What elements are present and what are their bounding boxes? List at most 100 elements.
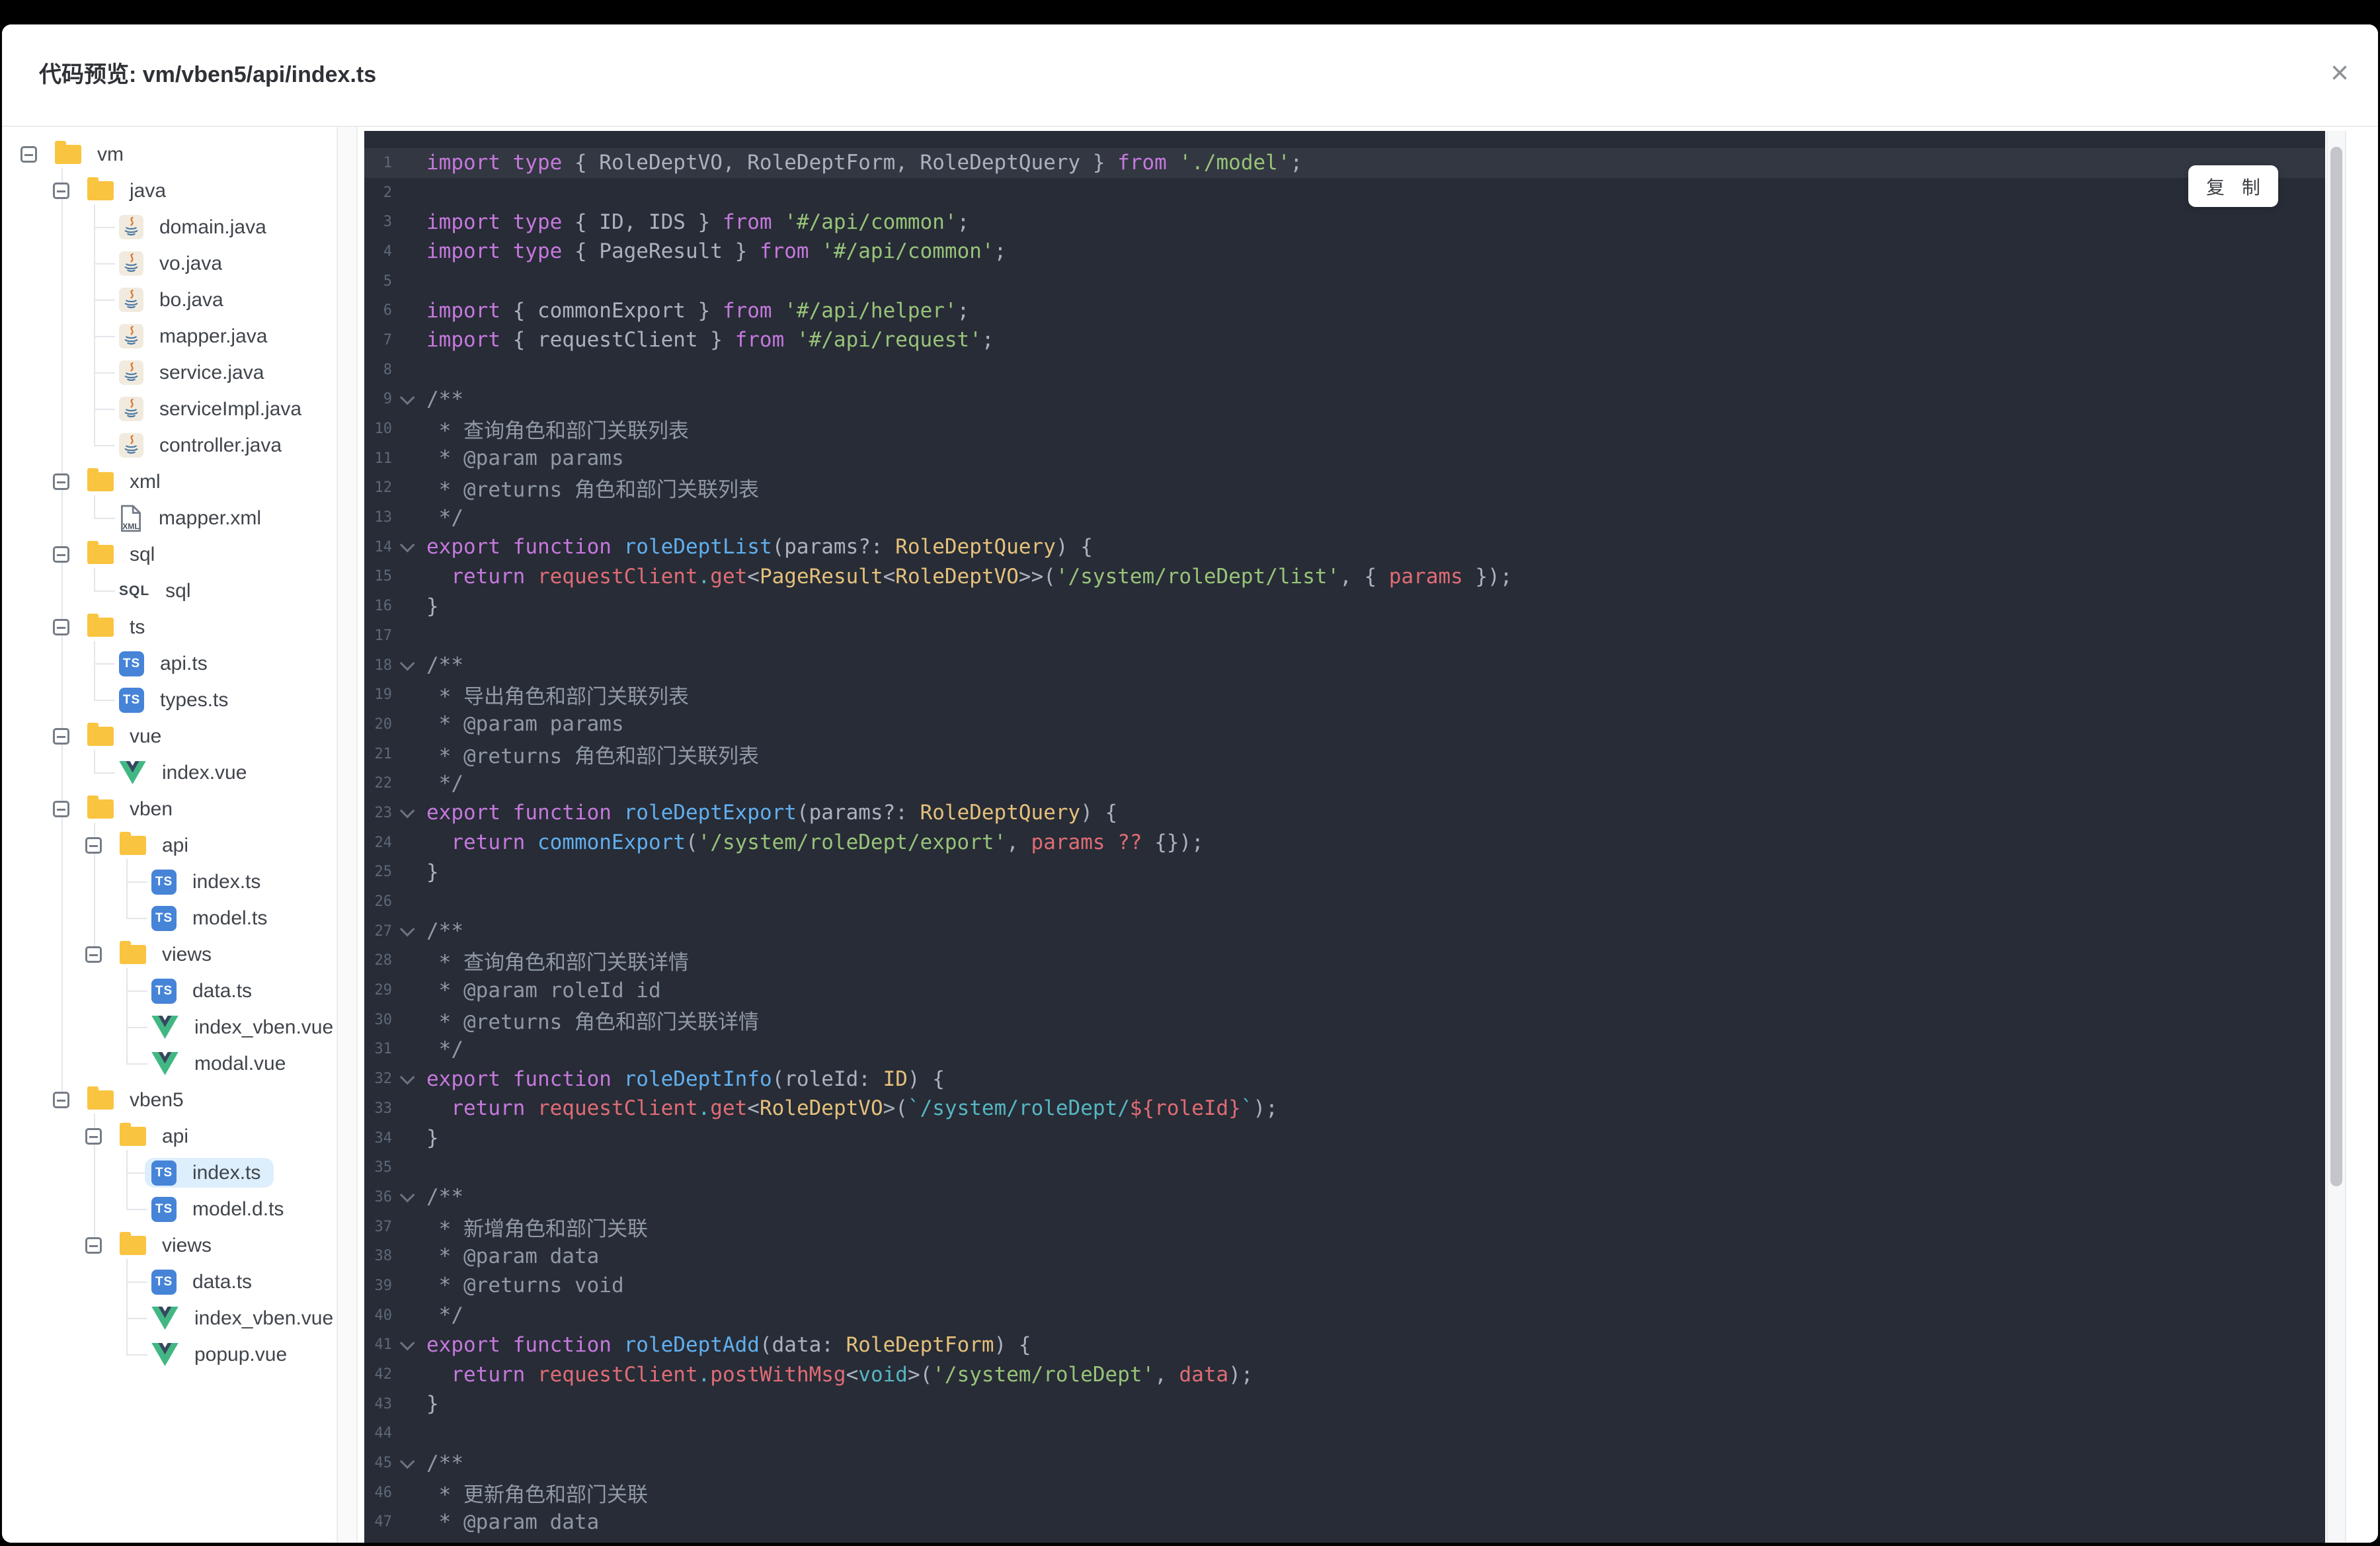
collapse-expander-icon[interactable]	[85, 1128, 102, 1145]
tree-item-xml[interactable]: xml	[2, 464, 337, 500]
code-line: 8	[364, 355, 2325, 385]
tree-item-index_vben.vue[interactable]: index_vben.vue	[2, 1300, 337, 1336]
fold-chevron-slot[interactable]	[392, 538, 426, 553]
line-number: 11	[374, 450, 393, 467]
tree-item-vben5[interactable]: vben5	[2, 1082, 337, 1118]
tree-item-vm[interactable]: vm	[2, 136, 337, 173]
code-line: 44	[364, 1419, 2325, 1449]
fold-chevron-slot[interactable]	[392, 803, 426, 819]
tree-item-index.ts[interactable]: TS index.ts	[2, 1155, 337, 1191]
tree-item-domain.java[interactable]: domain.java	[2, 209, 337, 245]
tree-item-ts[interactable]: ts	[2, 609, 337, 645]
tree-item-model.d.ts[interactable]: TS model.d.ts	[2, 1191, 337, 1227]
line-number: 3	[383, 214, 392, 231]
tree-item-serviceImpl.java[interactable]: serviceImpl.java	[2, 391, 337, 427]
code-scrollbar-track[interactable]	[2326, 131, 2346, 1543]
typescript-file-icon: TS	[151, 1196, 177, 1222]
tree-item-mapper.xml[interactable]: XML mapper.xml	[2, 500, 337, 536]
collapse-expander-icon[interactable]	[53, 183, 69, 199]
tree-item-popup.vue[interactable]: popup.vue	[2, 1336, 337, 1373]
tree-item-sql[interactable]: SQL sql	[2, 573, 337, 609]
svg-text:XML: XML	[122, 521, 139, 530]
fold-chevron-slot[interactable]	[392, 1453, 426, 1469]
line-number: 33	[374, 1100, 393, 1117]
tree-item-mapper.java[interactable]: mapper.java	[2, 318, 337, 354]
collapse-expander-icon[interactable]	[53, 546, 69, 563]
tree-item-service.java[interactable]: service.java	[2, 354, 337, 391]
tree-item-model.ts[interactable]: TS model.ts	[2, 900, 337, 936]
collapse-expander-icon[interactable]	[20, 146, 37, 163]
line-number: 18	[374, 657, 393, 674]
line-number: 31	[374, 1041, 393, 1058]
code-scrollbar-thumb[interactable]	[2330, 147, 2342, 1186]
line-number: 10	[374, 421, 393, 438]
fold-chevron-slot[interactable]	[392, 389, 426, 405]
tree-item-index.vue[interactable]: index.vue	[2, 754, 337, 791]
fold-chevron-slot[interactable]	[392, 1069, 426, 1085]
folder-icon	[87, 468, 114, 491]
tree-item-index.ts[interactable]: TS index.ts	[2, 864, 337, 900]
code-line: 31 */	[364, 1035, 2325, 1065]
line-number: 7	[383, 331, 392, 348]
collapse-expander-icon[interactable]	[53, 1092, 69, 1108]
tree-item-controller.java[interactable]: controller.java	[2, 427, 337, 464]
close-icon[interactable]: ×	[2321, 24, 2358, 126]
fold-chevron-icon	[399, 538, 415, 553]
tree-item-vo.java[interactable]: vo.java	[2, 245, 337, 282]
tree-item-views[interactable]: views	[2, 936, 337, 973]
collapse-expander-icon[interactable]	[53, 473, 69, 490]
tree-item-api[interactable]: api	[2, 827, 337, 864]
tree-item-index_vben.vue[interactable]: index_vben.vue	[2, 1009, 337, 1045]
tree-item-vue[interactable]: vue	[2, 718, 337, 754]
fold-chevron-icon	[399, 1188, 415, 1203]
collapse-expander-icon[interactable]	[85, 1237, 102, 1254]
typescript-file-icon: TS	[151, 978, 177, 1004]
tree-leaf: domain.java	[112, 212, 280, 242]
java-file-icon	[119, 433, 143, 458]
fold-chevron-icon	[399, 1069, 415, 1085]
fold-chevron-slot[interactable]	[392, 922, 426, 937]
line-number: 40	[374, 1307, 393, 1324]
copy-button[interactable]: 复 制	[2188, 165, 2278, 207]
tree-item-sql[interactable]: sql	[2, 536, 337, 573]
xml-file-icon: XML	[119, 505, 143, 532]
file-tree-panel: vm java domain.java vo.java bo.java mapper.ja…	[2, 127, 337, 1543]
code-line: 45/**	[364, 1448, 2325, 1478]
tree-item-data.ts[interactable]: TS data.ts	[2, 1264, 337, 1300]
code-line: 6 import { commonExport } from '#/api/hel…	[364, 296, 2325, 325]
fold-chevron-slot[interactable]	[392, 655, 426, 671]
collapse-expander-icon[interactable]	[53, 619, 69, 635]
tree-leaf: TS data.ts	[145, 976, 265, 1006]
code-line: 5	[364, 266, 2325, 296]
tree-leaf: service.java	[112, 358, 277, 387]
tree-item-vben[interactable]: vben	[2, 791, 337, 827]
code-line: 27/**	[364, 916, 2325, 946]
line-number: 45	[374, 1455, 393, 1472]
tree-item-modal.vue[interactable]: modal.vue	[2, 1045, 337, 1082]
tree-item-data.ts[interactable]: TS data.ts	[2, 973, 337, 1009]
tree-item-bo.java[interactable]: bo.java	[2, 282, 337, 318]
tree-scrollbar-track[interactable]	[337, 127, 358, 1543]
fold-chevron-slot[interactable]	[392, 1335, 426, 1351]
line-number: 32	[374, 1071, 393, 1088]
tree-item-java[interactable]: java	[2, 173, 337, 209]
line-number: 27	[374, 922, 393, 940]
collapse-expander-icon[interactable]	[85, 837, 102, 854]
code-line: 46 * 更新角色和部门关联	[364, 1478, 2325, 1508]
collapse-expander-icon[interactable]	[53, 801, 69, 817]
java-file-icon	[119, 215, 143, 239]
code-line: 17	[364, 621, 2325, 651]
java-file-icon	[119, 324, 143, 348]
line-number: 9	[383, 391, 392, 408]
code-line: 22 */	[364, 768, 2325, 798]
code-line: 9/**	[364, 385, 2325, 415]
tree-item-views[interactable]: views	[2, 1227, 337, 1264]
tree-item-api.ts[interactable]: TS api.ts	[2, 645, 337, 682]
tree-item-api[interactable]: api	[2, 1118, 337, 1155]
tree-item-types.ts[interactable]: TS types.ts	[2, 682, 337, 718]
fold-chevron-slot[interactable]	[392, 1188, 426, 1203]
tree-leaf: serviceImpl.java	[112, 394, 315, 424]
line-number: 22	[374, 775, 393, 792]
collapse-expander-icon[interactable]	[53, 728, 69, 745]
collapse-expander-icon[interactable]	[85, 946, 102, 963]
